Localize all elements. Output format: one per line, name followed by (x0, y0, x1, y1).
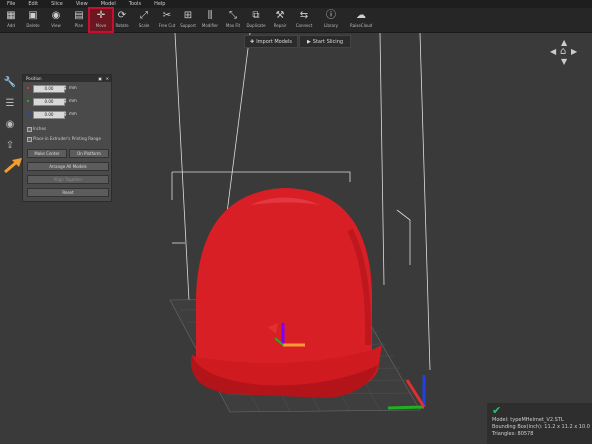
highlight-arrow-icon (4, 158, 22, 174)
export-icon[interactable]: ⇪ (3, 139, 17, 153)
tool-rotate-button[interactable]: ⟳ Rotate (111, 9, 133, 31)
menu-item-slice[interactable]: Slice (51, 0, 63, 8)
arrange-all-button[interactable]: Arrange All Models (27, 162, 109, 171)
tool-duplicate-button[interactable]: ⧉ Duplicate (245, 9, 267, 31)
menu-item-view[interactable]: View (76, 0, 88, 8)
make-center-button[interactable]: Make Center (27, 149, 67, 158)
arrow-down-icon[interactable]: ▼ (561, 57, 567, 66)
tool-plan-button[interactable]: ▤ Plan (68, 9, 90, 31)
library-icon: ⓘ (326, 10, 336, 21)
position-panel: Position ▣ ✕ 0.00 ▲ ▼ mm 0.00 ▲ ▼ mm 0.00 … (22, 74, 112, 202)
rotate-icon: ⟳ (117, 10, 127, 21)
pin-icon[interactable]: ▣ (98, 75, 102, 82)
tool-label: Add (7, 23, 15, 28)
toolbar: ▦ Add ▣ Delete ◉ View ▤ Plan ✛ Move ⟳ Rotate ⤢ Scale ✂… (0, 7, 592, 33)
tool-label: Repair (273, 23, 287, 28)
printing-range-checkbox[interactable] (27, 137, 32, 142)
tool-label: Connect (295, 23, 313, 28)
tool-move-button[interactable]: ✛ Move (88, 7, 114, 33)
tool-label: View (51, 23, 61, 28)
move-icon: ✛ (96, 10, 106, 21)
tool-label: Plan (74, 23, 84, 28)
helmet-model[interactable] (191, 188, 382, 398)
tool-library-button[interactable]: ⓘ Library (320, 9, 342, 31)
tool-label: Support (180, 23, 196, 28)
tool-label: Scale (138, 23, 150, 28)
tool-view-button[interactable]: ◉ View (45, 9, 67, 31)
tool-delete-button[interactable]: ▣ Delete (22, 9, 44, 31)
tool-repair-button[interactable]: ⚒ Repair (269, 9, 291, 31)
menu-item-edit[interactable]: Edit (28, 0, 38, 8)
side-toolbar: 🔧 ☰ ◉ ⇪ (3, 76, 17, 160)
on-platform-button[interactable]: On Platform (69, 149, 109, 158)
modifier-icon: ⫼ (207, 10, 213, 21)
repair-icon: ⚒ (275, 10, 285, 21)
connect-icon: ⇆ (299, 10, 309, 21)
x-axis-marker (27, 87, 29, 89)
play-icon: ▶ (306, 38, 311, 45)
tool-label: Rotate (115, 23, 129, 28)
align-together-button[interactable]: Align Together (27, 175, 109, 184)
plan-icon: ▤ (74, 10, 84, 21)
arrow-left-icon[interactable]: ◀ (550, 47, 556, 56)
tool-label: RaiseCloud (350, 23, 373, 28)
z-stepper[interactable]: ▲ ▼ (64, 111, 68, 117)
tool-raisecloud-button[interactable]: ☁ RaiseCloud (350, 9, 372, 31)
y-axis-marker (27, 100, 29, 102)
tool-max-fit-button[interactable]: ⤡ Max Fit (222, 9, 244, 31)
tool-free-cut-button[interactable]: ✂ Free Cut (156, 9, 178, 31)
menu-item-tools[interactable]: Tools (129, 0, 141, 8)
tool-scale-button[interactable]: ⤢ Scale (133, 9, 155, 31)
eye-icon: ◉ (51, 10, 61, 21)
tool-support-button[interactable]: ⊞ Support (177, 9, 199, 31)
inches-checkbox[interactable] (27, 127, 32, 132)
start-slicing-button[interactable]: ▶ Start Slicing (299, 35, 351, 48)
tool-label: Free Cut (158, 23, 176, 28)
z-axis-marker (27, 113, 29, 115)
tool-label: Delete (26, 23, 40, 28)
home-icon[interactable]: ⌂ (560, 46, 566, 57)
list-icon[interactable]: ☰ (3, 97, 17, 111)
x-stepper[interactable]: ▲ ▼ (64, 85, 68, 91)
play-circle-icon[interactable]: ◉ (3, 118, 17, 132)
import-models-button[interactable]: ✚ Import Models (244, 35, 298, 48)
panel-title: Position ▣ ✕ (23, 75, 111, 82)
support-icon: ⊞ (183, 10, 193, 21)
cloud-icon: ☁ (356, 10, 366, 21)
tool-modifier-button[interactable]: ⫼ Modifier (199, 9, 221, 31)
y-position-field[interactable]: 0.00 (33, 98, 65, 106)
reset-button[interactable]: Reset (27, 188, 109, 197)
menu-bar: File Edit Slice View Model Tools Help (0, 0, 592, 8)
add-cube-icon: ▦ (6, 10, 16, 21)
cut-icon: ✂ (162, 10, 172, 21)
delete-icon: ▣ (28, 10, 38, 21)
tool-label: Duplicate (246, 23, 266, 28)
model-info-panel: ✔ Model: typeMHelmet_V2.STL Bounding Box… (487, 403, 592, 444)
tool-label: Move (95, 23, 107, 28)
x-position-field[interactable]: 0.00 (33, 85, 65, 93)
tool-add-button[interactable]: ▦ Add (0, 9, 22, 31)
menu-item-file[interactable]: File (7, 0, 15, 8)
menu-item-help[interactable]: Help (154, 0, 165, 8)
z-position-field[interactable]: 0.00 (33, 111, 65, 119)
check-icon: ✔ (492, 404, 502, 417)
close-icon[interactable]: ✕ (106, 75, 109, 82)
menu-item-model[interactable]: Model (101, 0, 116, 8)
tool-label: Library (324, 23, 338, 28)
tool-label: Max Fit (225, 23, 241, 28)
plus-icon: ✚ (249, 38, 255, 45)
max-fit-icon: ⤡ (229, 10, 237, 21)
tool-label: Modifier (201, 23, 219, 28)
wrench-icon[interactable]: 🔧 (3, 76, 17, 90)
arrow-right-icon[interactable]: ▶ (571, 47, 577, 56)
scale-icon: ⤢ (140, 10, 148, 21)
y-stepper[interactable]: ▲ ▼ (64, 98, 68, 104)
duplicate-icon: ⧉ (252, 10, 260, 21)
view-navigator[interactable]: ▲ ◀ ⌂ ▶ ▼ (550, 38, 578, 66)
tool-connect-button[interactable]: ⇆ Connect (293, 9, 315, 31)
